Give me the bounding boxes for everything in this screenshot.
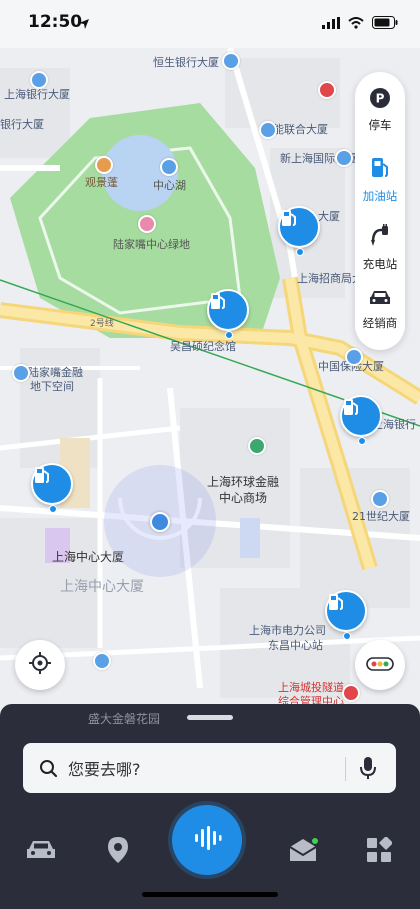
gas-station-pin[interactable] bbox=[325, 590, 367, 640]
poi-marker[interactable] bbox=[12, 364, 30, 382]
gas-station-icon bbox=[211, 293, 225, 309]
map-label: 上海环球金融 bbox=[207, 475, 280, 489]
gas-station-icon bbox=[329, 594, 343, 610]
wifi-icon bbox=[348, 14, 364, 33]
home-indicator bbox=[142, 892, 278, 897]
poi-marker[interactable] bbox=[138, 215, 156, 233]
poi-marker[interactable] bbox=[342, 684, 360, 702]
parking-icon: P bbox=[369, 87, 391, 113]
signal-icon bbox=[322, 14, 340, 33]
location-arrow-icon bbox=[78, 15, 90, 34]
charging-station-icon bbox=[369, 224, 391, 252]
battery-icon bbox=[372, 14, 398, 33]
search-divider bbox=[345, 757, 346, 781]
map-label: 21世纪大厦 bbox=[352, 510, 410, 523]
map-label: 上海招商局大 bbox=[297, 272, 363, 285]
category-label: 充电站 bbox=[362, 257, 398, 271]
poi-marker[interactable] bbox=[95, 156, 113, 174]
poi-marker[interactable] bbox=[160, 158, 178, 176]
status-icons bbox=[322, 14, 398, 33]
tab-apps[interactable] bbox=[356, 832, 402, 872]
gas-station-icon bbox=[35, 467, 49, 483]
gas-station-pin[interactable] bbox=[31, 463, 73, 513]
location-pin-icon bbox=[107, 836, 129, 868]
category-label: 停车 bbox=[368, 118, 392, 132]
map-label: 盛大金磐花园 bbox=[88, 712, 161, 726]
poi-marker[interactable] bbox=[30, 71, 48, 89]
locate-me-button[interactable] bbox=[15, 640, 65, 690]
voice-assistant-button[interactable] bbox=[172, 805, 242, 875]
tab-car[interactable] bbox=[18, 832, 64, 872]
gas-station-pin[interactable] bbox=[278, 206, 320, 256]
sheet-drag-handle[interactable] bbox=[187, 715, 233, 720]
category-dealer[interactable]: 经销商 bbox=[355, 280, 405, 340]
status-bar: 12:50 bbox=[0, 0, 420, 48]
map-label: 地下空间 bbox=[30, 380, 74, 393]
category-label: 加油站 bbox=[362, 189, 398, 203]
category-charging[interactable]: 充电站 bbox=[355, 218, 405, 278]
svg-text:P: P bbox=[376, 92, 385, 106]
traffic-toggle-button[interactable] bbox=[355, 640, 405, 690]
poi-marker[interactable] bbox=[248, 437, 266, 455]
tab-location[interactable] bbox=[95, 832, 141, 872]
map-label: 上海中心大厦 bbox=[60, 579, 144, 595]
poi-marker[interactable] bbox=[371, 490, 389, 508]
tab-messages[interactable] bbox=[280, 832, 326, 872]
poi-marker[interactable] bbox=[335, 149, 353, 167]
search-bar[interactable]: 您要去哪? bbox=[23, 743, 396, 793]
gas-station-icon bbox=[344, 399, 358, 415]
poi-marker[interactable] bbox=[259, 121, 277, 139]
car-icon bbox=[25, 838, 57, 866]
current-location-dot bbox=[150, 512, 170, 532]
gas-station-icon bbox=[369, 156, 391, 184]
gas-station-pin[interactable] bbox=[207, 289, 249, 339]
map-label: 东昌中心站 bbox=[268, 639, 323, 652]
map-label: 吴昌硕纪念馆 bbox=[170, 340, 236, 353]
poi-marker[interactable] bbox=[345, 348, 363, 366]
map-label: 大厦 bbox=[318, 210, 340, 223]
map-label: 中心商场 bbox=[219, 491, 268, 505]
search-input[interactable]: 您要去哪? bbox=[68, 756, 141, 780]
poi-category-panel: P 停车 加油站 充电站 经销商 bbox=[355, 72, 405, 350]
map-label: 2号线 bbox=[90, 319, 114, 329]
map-label: 陆家嘴中心绿地 bbox=[113, 238, 190, 251]
message-icon bbox=[288, 837, 318, 867]
poi-marker[interactable] bbox=[318, 81, 336, 99]
map-label: 观景蓬 bbox=[85, 176, 118, 189]
status-time: 12:50 bbox=[28, 12, 83, 32]
voice-icon bbox=[192, 825, 222, 855]
traffic-light-icon bbox=[366, 656, 394, 675]
gas-station-pin[interactable] bbox=[340, 395, 382, 445]
category-gas-station[interactable]: 加油站 bbox=[355, 150, 405, 210]
map-label: 中心湖 bbox=[153, 179, 186, 192]
search-icon bbox=[39, 759, 58, 778]
category-label: 经销商 bbox=[362, 316, 398, 330]
map-label: 银行大厦 bbox=[0, 118, 44, 131]
gas-station-icon bbox=[282, 210, 296, 226]
crosshair-icon bbox=[28, 651, 52, 679]
parking-marker[interactable] bbox=[93, 652, 111, 670]
microphone-icon[interactable] bbox=[360, 756, 376, 784]
category-parking[interactable]: P 停车 bbox=[355, 80, 405, 140]
map-label: 上海市电力公司 bbox=[249, 624, 326, 637]
poi-marker[interactable] bbox=[222, 52, 240, 70]
map-label: 恒生银行大厦 bbox=[153, 56, 219, 69]
car-dealer-icon bbox=[368, 289, 392, 311]
apps-icon bbox=[366, 836, 393, 867]
